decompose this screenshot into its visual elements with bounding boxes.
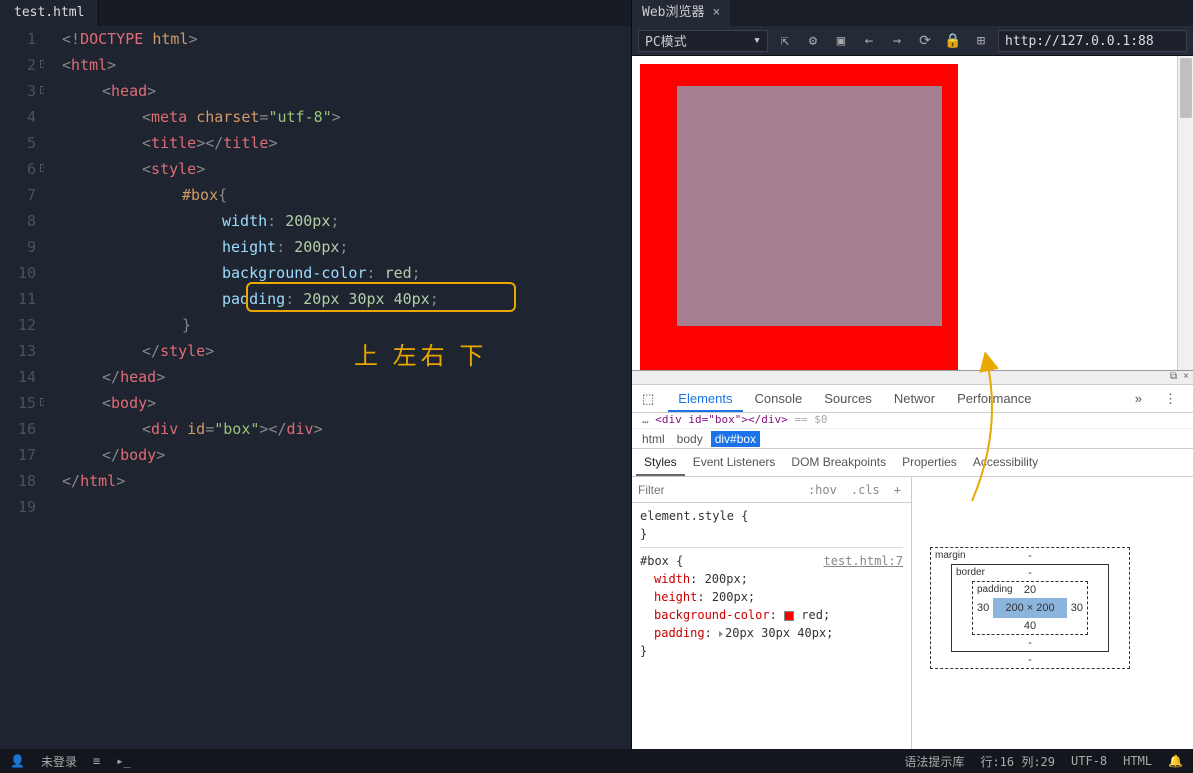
more-icon[interactable]: » [1125, 385, 1152, 412]
rendered-box-inner [677, 86, 942, 326]
inspect-icon[interactable]: ⬚ [638, 391, 658, 407]
encoding[interactable]: UTF-8 [1071, 754, 1107, 768]
editor-tabs: test.html [0, 0, 631, 26]
breadcrumb-item[interactable]: html [638, 431, 669, 447]
open-external-icon[interactable]: ⇱ [774, 30, 796, 52]
refresh-icon[interactable]: ⟳ [914, 30, 936, 52]
statusbar: 👤 未登录 ≡ ▸_ 语法提示库 行:16 列:29 UTF-8 HTML 🔔 [0, 749, 1193, 773]
forward-icon[interactable]: → [886, 30, 908, 52]
code-editor[interactable]: 12-3-456-789101112131415-16171819 <!DOCT… [0, 26, 631, 749]
devtools-tab-sources[interactable]: Sources [814, 385, 882, 412]
mode-select[interactable]: PC模式▾ [638, 30, 768, 52]
close-icon[interactable]: × [712, 0, 720, 26]
devtools-tab-elements[interactable]: Elements [668, 385, 742, 412]
breadcrumb: htmlbodydiv#box [632, 429, 1193, 449]
subtab-accessibility[interactable]: Accessibility [965, 449, 1046, 476]
lock-icon[interactable]: 🔒 [942, 30, 964, 52]
subtab-properties[interactable]: Properties [894, 449, 965, 476]
url-bar[interactable]: http://127.0.0.1:88 [998, 30, 1187, 52]
devtools: ⧉ × ⬚ ElementsConsoleSourcesNetworPerform… [632, 371, 1193, 749]
login-status[interactable]: 未登录 [41, 753, 77, 770]
devtools-tab-performance[interactable]: Performance [947, 385, 1041, 412]
gear-icon[interactable]: ⚙ [802, 30, 824, 52]
hov-button[interactable]: :hov [804, 483, 841, 497]
subtab-styles[interactable]: Styles [636, 449, 685, 476]
screenshot-icon[interactable]: ▣ [830, 30, 852, 52]
dock-icon[interactable]: ⧉ [1170, 371, 1177, 384]
language[interactable]: HTML [1123, 754, 1152, 768]
devtools-tab-console[interactable]: Console [745, 385, 813, 412]
browser-tab-label: Web浏览器 [642, 0, 704, 26]
menu-icon[interactable]: ⋮ [1154, 385, 1187, 412]
bell-icon[interactable]: 🔔 [1168, 754, 1183, 768]
user-icon[interactable]: 👤 [10, 754, 25, 768]
cls-button[interactable]: .cls [847, 483, 884, 497]
box-model-diagram: margin- border- padding 20 30 30 40 200 … [930, 547, 1130, 669]
dom-preview[interactable]: … <div id="box"></div> == $0 [632, 413, 1193, 429]
breadcrumb-item[interactable]: div#box [711, 431, 760, 447]
mode-label: PC模式 [645, 31, 687, 50]
page-render [632, 56, 1193, 371]
annotation-text: 上 左右 下 [354, 344, 487, 370]
cursor-pos: 行:16 列:29 [980, 753, 1055, 770]
highlight-annotation [246, 282, 516, 312]
subtab-dom-breakpoints[interactable]: DOM Breakpoints [783, 449, 894, 476]
browser-tab[interactable]: Web浏览器 × [632, 0, 730, 26]
terminal-icon[interactable]: ▸_ [116, 754, 130, 768]
close-devtools-icon[interactable]: × [1183, 371, 1189, 384]
subtab-event-listeners[interactable]: Event Listeners [685, 449, 784, 476]
syntax-hint[interactable]: 语法提示库 [904, 753, 964, 770]
grid-icon[interactable]: ⊞ [970, 30, 992, 52]
styles-panel[interactable]: element.style {}test.html:7#box {width: … [632, 503, 911, 749]
add-rule-icon[interactable]: + [890, 483, 905, 497]
breadcrumb-item[interactable]: body [673, 431, 707, 447]
scrollbar[interactable] [1177, 56, 1193, 370]
list-icon[interactable]: ≡ [93, 754, 100, 768]
styles-filter-input[interactable] [638, 483, 798, 497]
editor-tab[interactable]: test.html [0, 0, 99, 26]
back-icon[interactable]: ← [858, 30, 880, 52]
styles-subtabs: StylesEvent ListenersDOM BreakpointsProp… [632, 449, 1193, 477]
devtools-tab-networ[interactable]: Networ [884, 385, 945, 412]
